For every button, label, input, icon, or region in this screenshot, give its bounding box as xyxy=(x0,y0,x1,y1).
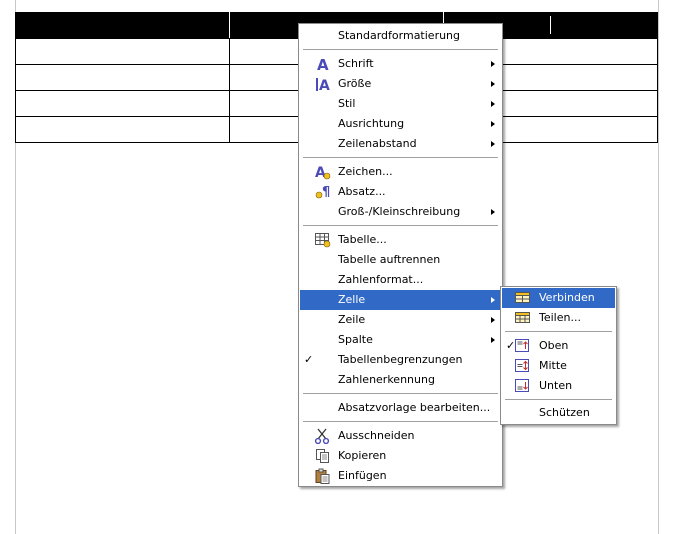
menu-item-font[interactable]: A Schrift xyxy=(300,54,501,74)
copy-icon xyxy=(314,448,332,464)
menu-item-paste[interactable]: Einfügen xyxy=(300,466,501,486)
table-cell[interactable] xyxy=(15,64,230,91)
menu-item-copy[interactable]: Kopieren xyxy=(300,446,501,466)
submenu-arrow-icon xyxy=(491,61,495,67)
submenu-item-merge[interactable]: Verbinden xyxy=(502,288,615,308)
submenu-arrow-icon xyxy=(491,209,495,215)
menu-item-label: Einfügen xyxy=(338,469,387,482)
submenu-item-top[interactable]: ✓ Oben xyxy=(502,336,615,356)
menu-item-label: Unten xyxy=(539,379,573,392)
table-cell[interactable] xyxy=(15,12,230,39)
menu-item-label: Zeichen... xyxy=(338,165,393,178)
menu-item-label: Teilen... xyxy=(539,311,581,324)
cell-submenu: Verbinden Teilen... ✓ Oben Mitte Unten S… xyxy=(500,286,617,425)
menu-item-cut[interactable]: Ausschneiden xyxy=(300,426,501,446)
menu-item-label: Stil xyxy=(338,97,356,110)
menu-item-table[interactable]: Tabelle... xyxy=(300,230,501,250)
align-middle-icon xyxy=(514,358,532,374)
submenu-item-center[interactable]: Mitte xyxy=(502,356,615,376)
svg-text:¶: ¶ xyxy=(322,185,330,200)
menu-item-character[interactable]: A Zeichen... xyxy=(300,162,501,182)
table-cell[interactable] xyxy=(15,116,230,143)
menu-item-standard-format[interactable]: Standardformatierung xyxy=(300,26,501,46)
menu-item-style[interactable]: Stil xyxy=(300,94,501,114)
menu-item-label: Schützen xyxy=(539,406,590,419)
table-cell[interactable] xyxy=(15,90,230,117)
svg-text:A: A xyxy=(317,56,329,72)
menu-item-label: Groß-/Kleinschreibung xyxy=(338,205,461,218)
menu-item-label: Ausrichtung xyxy=(338,117,405,130)
menu-item-table-borders[interactable]: ✓ Tabellenbegrenzungen xyxy=(300,350,501,370)
menu-item-row[interactable]: Zeile xyxy=(300,310,501,330)
menu-item-case[interactable]: Groß-/Kleinschreibung xyxy=(300,202,501,222)
menu-item-label: Standardformatierung xyxy=(338,29,461,42)
menu-item-label: Oben xyxy=(539,339,569,352)
menu-item-label: Zeile xyxy=(338,313,366,326)
menu-item-split-table[interactable]: Tabelle auftrennen xyxy=(300,250,501,270)
merge-cells-icon xyxy=(514,290,532,306)
menu-item-alignment[interactable]: Ausrichtung xyxy=(300,114,501,134)
menu-item-label: Mitte xyxy=(539,359,567,372)
font-size-icon: A xyxy=(314,76,332,94)
submenu-arrow-icon xyxy=(491,121,495,127)
checkmark-icon: ✓ xyxy=(304,353,314,366)
menu-item-label: Tabellenbegrenzungen xyxy=(338,353,463,366)
table-icon xyxy=(314,232,332,248)
menu-item-label: Größe xyxy=(338,77,372,90)
menu-item-label: Spalte xyxy=(338,333,373,346)
svg-text:A: A xyxy=(319,78,330,92)
menu-item-size[interactable]: A Größe xyxy=(300,74,501,94)
submenu-arrow-icon xyxy=(491,317,495,323)
submenu-item-split[interactable]: Teilen... xyxy=(502,308,615,328)
menu-item-label: Tabelle... xyxy=(338,233,387,246)
menu-separator xyxy=(505,331,612,332)
align-top-icon xyxy=(514,338,532,354)
menu-separator xyxy=(303,421,498,422)
menu-item-label: Zeilenabstand xyxy=(338,137,417,150)
submenu-item-protect[interactable]: Schützen xyxy=(502,403,615,423)
menu-separator xyxy=(303,157,498,158)
menu-item-label: Zahlenformat... xyxy=(338,273,424,286)
submenu-item-bottom[interactable]: Unten xyxy=(502,376,615,396)
menu-separator xyxy=(505,399,612,400)
menu-item-cell[interactable]: Zelle xyxy=(300,290,501,310)
menu-item-label: Absatzvorlage bearbeiten... xyxy=(338,401,491,414)
menu-item-number-recognition[interactable]: Zahlenerkennung xyxy=(300,370,501,390)
menu-separator xyxy=(303,225,498,226)
menu-item-label: Zahlenerkennung xyxy=(338,373,435,386)
menu-item-label: Kopieren xyxy=(338,449,387,462)
menu-item-label: Verbinden xyxy=(539,291,595,304)
scissors-icon xyxy=(314,428,332,445)
context-menu: Standardformatierung A Schrift A Größe S… xyxy=(298,23,503,487)
align-bottom-icon xyxy=(514,378,532,394)
paste-icon xyxy=(314,468,332,484)
submenu-arrow-icon xyxy=(491,81,495,87)
menu-item-label: Tabelle auftrennen xyxy=(338,253,441,266)
split-cells-icon xyxy=(514,310,532,326)
menu-item-column[interactable]: Spalte xyxy=(300,330,501,350)
menu-item-label: Schrift xyxy=(338,57,374,70)
menu-item-number-format[interactable]: Zahlenformat... xyxy=(300,270,501,290)
table-cell[interactable] xyxy=(15,38,230,65)
text-cursor xyxy=(550,16,551,34)
menu-item-line-spacing[interactable]: Zeilenabstand xyxy=(300,134,501,154)
menu-separator xyxy=(303,49,498,50)
submenu-arrow-icon xyxy=(491,337,495,343)
font-icon: A xyxy=(314,56,332,74)
submenu-arrow-icon xyxy=(491,297,495,303)
submenu-arrow-icon xyxy=(491,101,495,107)
paragraph-icon: ¶ xyxy=(314,184,332,200)
menu-item-label: Zelle xyxy=(338,293,366,306)
character-icon: A xyxy=(314,164,332,181)
menu-item-edit-paragraph-style[interactable]: Absatzvorlage bearbeiten... xyxy=(300,398,501,418)
menu-separator xyxy=(303,393,498,394)
menu-item-label: Ausschneiden xyxy=(338,429,415,442)
submenu-arrow-icon xyxy=(491,141,495,147)
menu-item-label: Absatz... xyxy=(338,185,386,198)
menu-item-paragraph[interactable]: ¶ Absatz... xyxy=(300,182,501,202)
